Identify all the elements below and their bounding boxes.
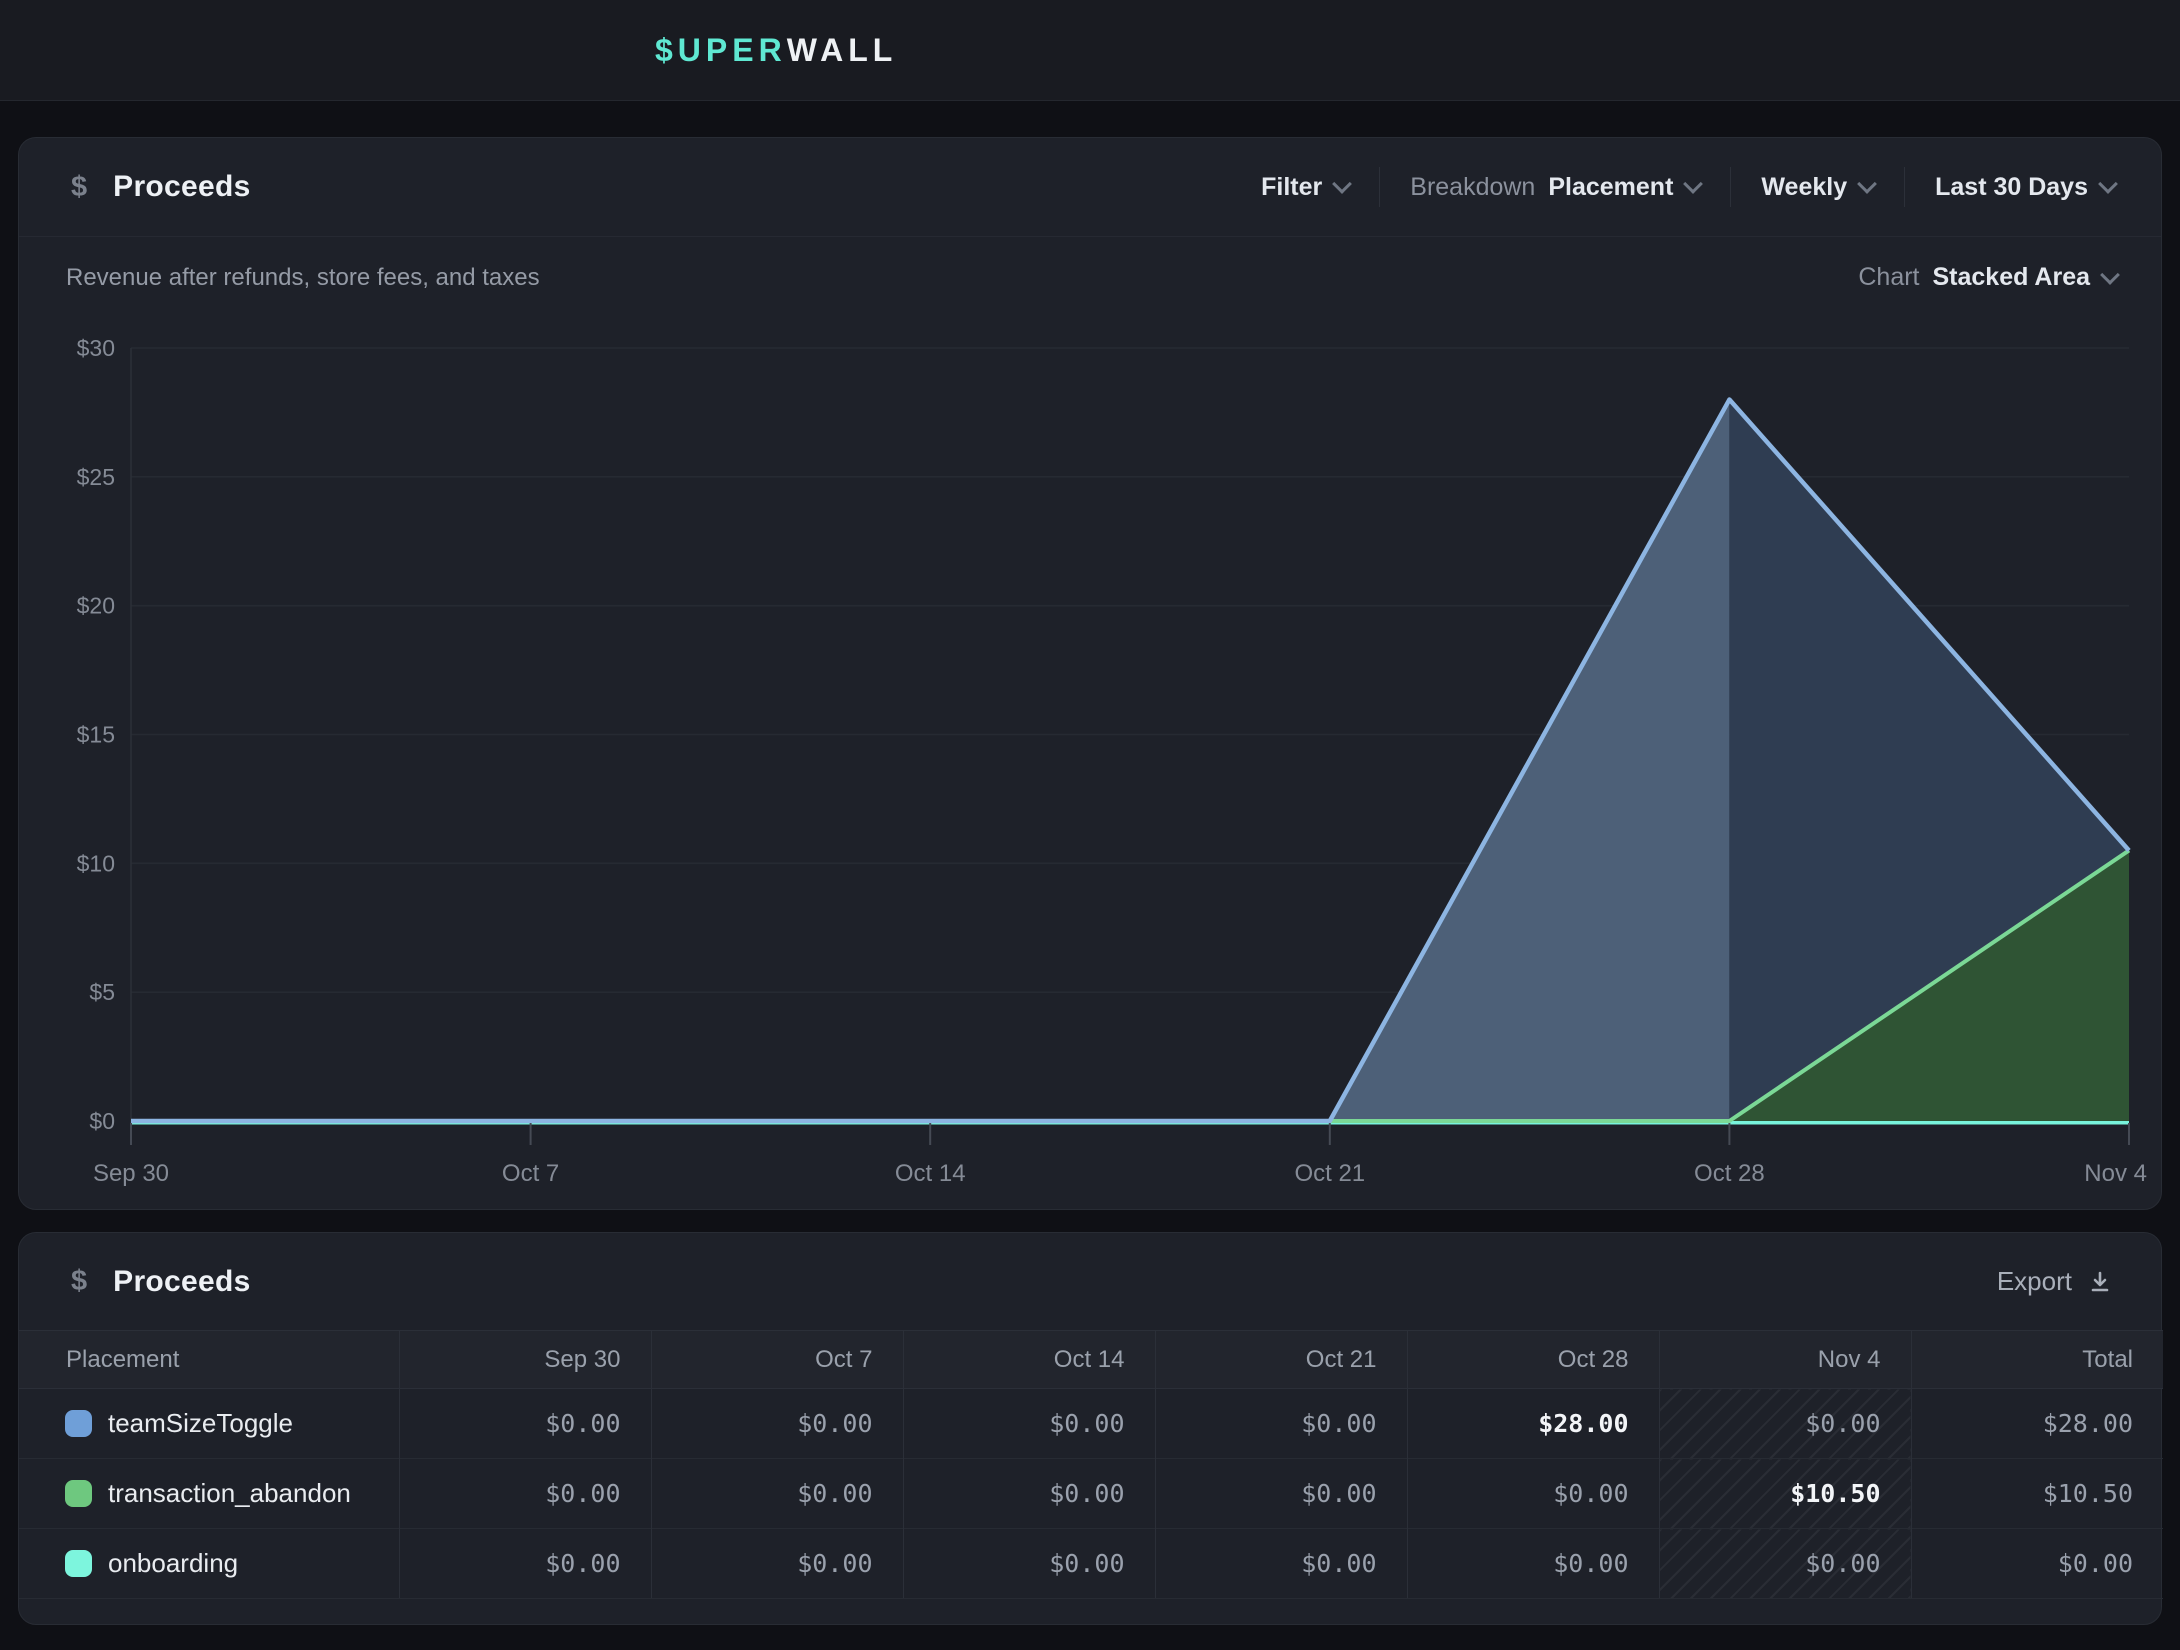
table-row[interactable]: transaction_abandon$0.00$0.00$0.00$0.00$… (19, 1459, 2163, 1529)
value-cell: $0.00 (651, 1389, 903, 1459)
y-axis-label: $30 (77, 335, 115, 361)
value-cell: $0.00 (399, 1459, 651, 1529)
export-button[interactable]: Export (1991, 1265, 2119, 1298)
topbar: $UPERWALL (0, 0, 2180, 101)
value-cell: $10.50 (1659, 1459, 1911, 1529)
export-label: Export (1997, 1266, 2072, 1297)
value-cell: $28.00 (1407, 1389, 1659, 1459)
table-card-title: Proceeds (113, 1265, 250, 1299)
value-cell: $0.00 (903, 1529, 1155, 1599)
table-card-header: $ Proceeds Export (19, 1233, 2161, 1330)
proceeds-table: PlacementSep 30Oct 7Oct 14Oct 21Oct 28No… (19, 1330, 2163, 1599)
y-axis-label: $5 (89, 979, 115, 1005)
placement-cell: teamSizeToggle (19, 1389, 399, 1459)
x-axis-label: Sep 30 (93, 1160, 169, 1187)
y-axis-label: $20 (77, 593, 115, 619)
superwall-logo[interactable]: $UPERWALL (655, 0, 897, 100)
series-color-swatch (65, 1480, 92, 1507)
x-axis-label: Nov 4 (2084, 1160, 2147, 1187)
x-axis-label: Oct 14 (895, 1160, 966, 1187)
download-icon (2087, 1269, 2113, 1295)
proceeds-chart-card: $ Proceeds Filter Breakdown Placement We… (18, 137, 2162, 1210)
value-cell: $0.00 (1659, 1389, 1911, 1459)
y-axis-label: $10 (77, 850, 115, 876)
placement-name: transaction_abandon (108, 1478, 351, 1509)
logo-text-primary: $UPER (655, 32, 787, 69)
value-cell: $0.00 (1407, 1529, 1659, 1599)
column-header: Total (1911, 1331, 2163, 1389)
value-cell: $0.00 (399, 1389, 651, 1459)
column-header: Sep 30 (399, 1331, 651, 1389)
column-header: Oct 14 (903, 1331, 1155, 1389)
placement-cell: onboarding (19, 1529, 399, 1599)
value-cell: $0.00 (903, 1459, 1155, 1529)
placement-name: onboarding (108, 1548, 238, 1579)
dollar-icon: $ (71, 1265, 87, 1298)
x-axis-label: Oct 28 (1694, 1160, 1765, 1187)
table-header-row: PlacementSep 30Oct 7Oct 14Oct 21Oct 28No… (19, 1331, 2163, 1389)
column-header: Placement (19, 1331, 399, 1389)
value-cell: $0.00 (1155, 1529, 1407, 1599)
value-cell: $0.00 (1911, 1529, 2163, 1599)
value-cell: $0.00 (1155, 1389, 1407, 1459)
table-row[interactable]: teamSizeToggle$0.00$0.00$0.00$0.00$28.00… (19, 1389, 2163, 1459)
proceeds-table-card: $ Proceeds Export PlacementSep 30Oct 7Oc… (18, 1232, 2162, 1625)
column-header: Oct 21 (1155, 1331, 1407, 1389)
y-axis-label: $0 (89, 1108, 115, 1134)
table-row[interactable]: onboarding$0.00$0.00$0.00$0.00$0.00$0.00… (19, 1529, 2163, 1599)
x-axis-label: Oct 21 (1294, 1160, 1365, 1187)
x-axis-label: Oct 7 (502, 1160, 559, 1187)
placement-name: teamSizeToggle (108, 1408, 293, 1439)
value-cell: $0.00 (1407, 1459, 1659, 1529)
value-cell: $28.00 (1911, 1389, 2163, 1459)
value-cell: $0.00 (399, 1529, 651, 1599)
placement-cell: transaction_abandon (19, 1459, 399, 1529)
value-cell: $10.50 (1911, 1459, 2163, 1529)
stacked-area-chart[interactable]: Sep 30 Oct 7 Oct 14 Oct 21 Oct 28 Nov 4 $0 $5 $1… (19, 138, 2163, 1211)
column-header: Oct 7 (651, 1331, 903, 1389)
value-cell: $0.00 (1659, 1529, 1911, 1599)
column-header: Oct 28 (1407, 1331, 1659, 1389)
column-header: Nov 4 (1659, 1331, 1911, 1389)
value-cell: $0.00 (903, 1389, 1155, 1459)
logo-text-secondary: WALL (787, 32, 898, 69)
value-cell: $0.00 (651, 1529, 903, 1599)
y-axis-label: $15 (77, 722, 115, 748)
table-card-title-group: $ Proceeds (71, 1265, 251, 1299)
value-cell: $0.00 (1155, 1459, 1407, 1529)
series-color-swatch (65, 1410, 92, 1437)
value-cell: $0.00 (651, 1459, 903, 1529)
y-axis-label: $25 (77, 464, 115, 490)
series-area-teamsizetoggle (131, 400, 1729, 1121)
series-color-swatch (65, 1550, 92, 1577)
